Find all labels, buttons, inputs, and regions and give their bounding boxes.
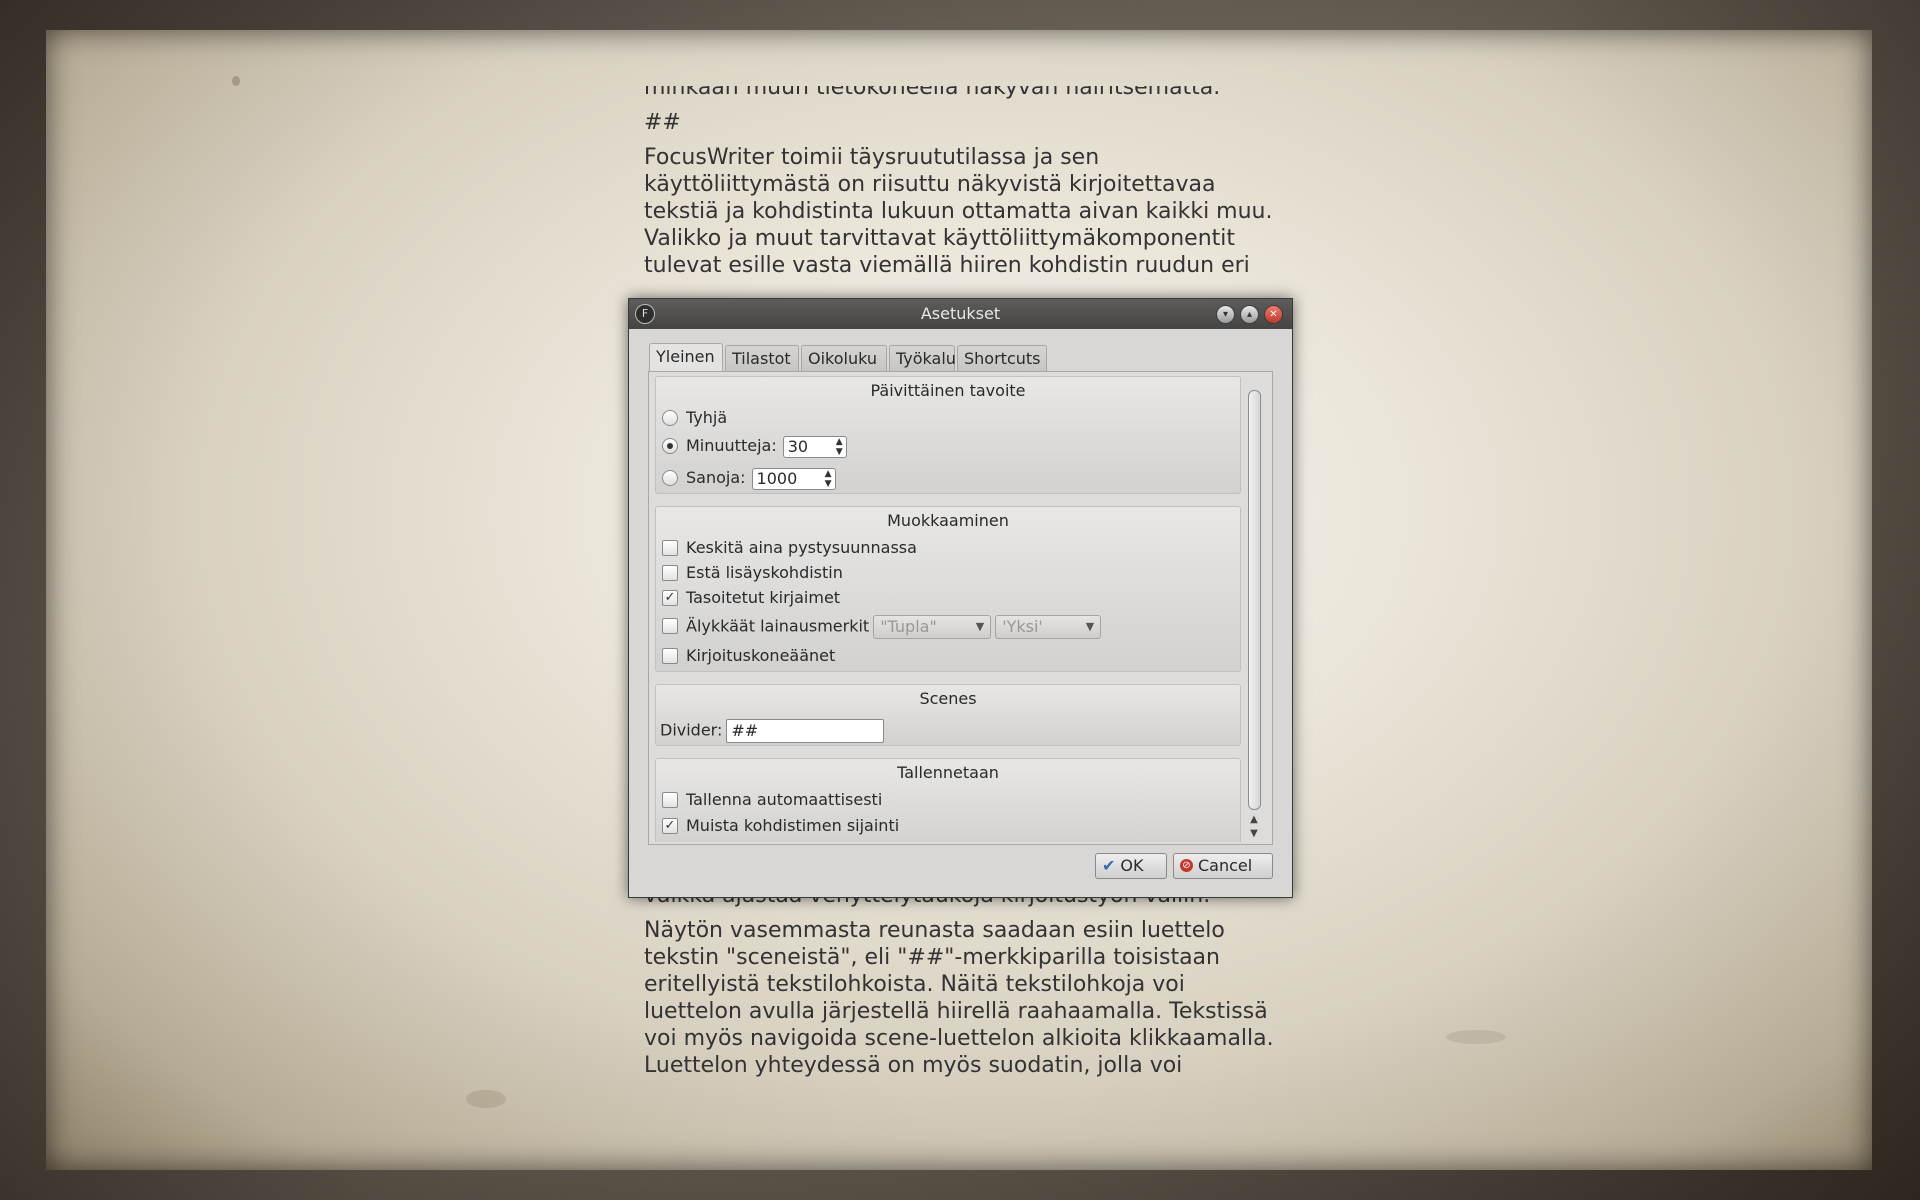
words-value: 1000 bbox=[756, 468, 798, 488]
smart-quotes-checkbox[interactable] bbox=[662, 618, 678, 634]
group-title: Muokkaaminen bbox=[887, 511, 1009, 530]
minutes-value: 30 bbox=[787, 436, 809, 456]
focuswriter-app-icon[interactable]: F bbox=[635, 304, 655, 324]
single-quote-value: 'Yksi' bbox=[1002, 617, 1043, 636]
cancel-icon: ⊘ bbox=[1180, 859, 1193, 872]
typewriter-sounds-option[interactable]: Kirjoituskoneäänet bbox=[662, 645, 835, 667]
goal-minutes-label: Minuutteja: bbox=[686, 436, 777, 455]
goal-minutes-option[interactable]: Minuutteja: 30 ▲ ▼ bbox=[662, 435, 847, 458]
paper-stain bbox=[232, 76, 240, 86]
center-vertically-label: Keskitä aina pystysuunnassa bbox=[686, 538, 917, 557]
scene-divider-text: ## bbox=[644, 110, 681, 135]
minimize-button[interactable]: ▾ bbox=[1216, 305, 1235, 324]
single-quote-combobox[interactable]: 'Yksi' ▼ bbox=[995, 615, 1102, 639]
smart-quotes-label: Älykkäät lainausmerkit bbox=[686, 616, 870, 636]
words-spinbox[interactable]: 1000 ▲ ▼ bbox=[751, 467, 836, 490]
scrollbar-handle[interactable] bbox=[1248, 390, 1261, 810]
smooth-fonts-checkbox[interactable]: ✓ bbox=[662, 589, 678, 606]
group-title: Scenes bbox=[919, 689, 977, 708]
smart-quotes-option[interactable]: Älykkäät lainausmerkit "Tupla" ▼ 'Yksi' ▼ bbox=[662, 615, 1102, 639]
typewriter-sounds-checkbox[interactable] bbox=[662, 647, 678, 664]
center-vertically-checkbox[interactable] bbox=[662, 539, 678, 556]
chevron-down-icon: ▾ bbox=[1222, 309, 1229, 320]
tab-oikoluku[interactable]: Oikoluku bbox=[801, 345, 887, 371]
doc-paragraph: minkään muun tietokoneella näkyvän häiri… bbox=[644, 86, 1221, 100]
minutes-spinbox[interactable]: 30 ▲ ▼ bbox=[782, 435, 847, 458]
remember-cursor-checkbox[interactable]: ✓ bbox=[662, 817, 678, 834]
cancel-label: Cancel bbox=[1198, 856, 1253, 875]
goal-words-radio[interactable] bbox=[662, 469, 678, 486]
tab-shortcuts[interactable]: Shortcuts bbox=[957, 345, 1047, 371]
scene-divider-option: Divider: ## bbox=[660, 719, 885, 743]
checkmark-icon: ✓ bbox=[664, 817, 676, 833]
spin-arrows-icon[interactable]: ▲ ▼ bbox=[825, 469, 832, 489]
editing-group: Muokkaaminen Keskitä aina pystysuunnassa… bbox=[655, 506, 1241, 672]
doc-paragraph: FocusWriter toimii täysruututilassa ja s… bbox=[644, 145, 1273, 278]
scroll-up-icon[interactable]: ▲ bbox=[1247, 814, 1261, 826]
goal-none-option[interactable]: Tyhjä bbox=[662, 407, 727, 429]
chevron-up-icon: ▴ bbox=[1246, 309, 1253, 320]
goal-minutes-radio[interactable] bbox=[662, 437, 678, 454]
goal-none-radio[interactable] bbox=[662, 409, 678, 426]
settings-dialog: F Asetukset ▾ ▴ ✕ Yleinen Tilastot Oikol… bbox=[628, 298, 1293, 898]
doc-paragraph: Näytön vasemmasta reunasta saadaan esiin… bbox=[644, 918, 1274, 1078]
daily-goal-group: Päivittäinen tavoite Tyhjä Minuutteja: 30… bbox=[655, 376, 1241, 494]
maximize-button[interactable]: ▴ bbox=[1240, 305, 1259, 324]
scenes-group: Scenes Divider: ## bbox=[655, 684, 1241, 746]
close-icon: ✕ bbox=[1269, 309, 1278, 320]
paper-stain bbox=[466, 1090, 506, 1108]
tab-yleinen[interactable]: Yleinen bbox=[649, 343, 723, 371]
autosave-option[interactable]: Tallenna automaattisesti bbox=[662, 789, 882, 811]
settings-scroll-area[interactable]: Päivittäinen tavoite Tyhjä Minuutteja: 30… bbox=[655, 376, 1241, 842]
block-cursor-label: Estä lisäyskohdistin bbox=[686, 563, 843, 582]
goal-none-label: Tyhjä bbox=[686, 408, 728, 427]
scene-divider-label: Divider: bbox=[660, 720, 723, 740]
saving-group: Tallennetaan Tallenna automaattisesti ✓ M… bbox=[655, 758, 1241, 842]
dialog-title: Asetukset bbox=[920, 304, 1001, 323]
close-button[interactable]: ✕ bbox=[1264, 305, 1283, 324]
goal-words-label: Sanoja: bbox=[686, 468, 746, 487]
paper-stain bbox=[1446, 1030, 1506, 1044]
group-title: Päivittäinen tavoite bbox=[870, 381, 1026, 400]
cancel-button[interactable]: ⊘ Cancel bbox=[1173, 853, 1273, 879]
double-quote-value: "Tupla" bbox=[880, 617, 937, 636]
chevron-down-icon: ▼ bbox=[975, 620, 985, 633]
autosave-checkbox[interactable] bbox=[662, 791, 678, 808]
ok-label: OK bbox=[1120, 856, 1144, 875]
ok-button[interactable]: ✔ OK bbox=[1095, 853, 1167, 879]
scroll-down-icon[interactable]: ▼ bbox=[1247, 828, 1261, 840]
scene-divider-input[interactable]: ## bbox=[726, 719, 885, 743]
chevron-down-icon: ▼ bbox=[1085, 620, 1095, 633]
checkmark-icon: ✔ bbox=[1102, 856, 1116, 875]
smooth-fonts-label: Tasoitetut kirjaimet bbox=[686, 588, 841, 607]
spin-arrows-icon[interactable]: ▲ ▼ bbox=[836, 437, 843, 457]
vertical-scrollbar[interactable]: ▲ ▼ bbox=[1245, 376, 1263, 842]
general-tab-pane: Päivittäinen tavoite Tyhjä Minuutteja: 30… bbox=[648, 371, 1273, 845]
center-vertically-option[interactable]: Keskitä aina pystysuunnassa bbox=[662, 537, 917, 559]
tab-tilastot[interactable]: Tilastot bbox=[725, 345, 799, 371]
typewriter-sounds-label: Kirjoituskoneäänet bbox=[686, 646, 836, 665]
tab-tyokalu[interactable]: Työkalu bbox=[889, 345, 956, 371]
double-quote-combobox[interactable]: "Tupla" ▼ bbox=[873, 615, 992, 639]
autosave-label: Tallenna automaattisesti bbox=[686, 790, 883, 809]
group-title: Tallennetaan bbox=[897, 763, 999, 782]
smooth-fonts-option[interactable]: ✓ Tasoitetut kirjaimet bbox=[662, 587, 840, 609]
checkmark-icon: ✓ bbox=[664, 589, 676, 605]
block-cursor-option[interactable]: Estä lisäyskohdistin bbox=[662, 562, 843, 584]
goal-words-option[interactable]: Sanoja: 1000 ▲ ▼ bbox=[662, 467, 836, 490]
block-cursor-checkbox[interactable] bbox=[662, 564, 678, 581]
remember-cursor-label: Muista kohdistimen sijainti bbox=[686, 816, 900, 835]
remember-cursor-option[interactable]: ✓ Muista kohdistimen sijainti bbox=[662, 815, 899, 837]
dialog-titlebar[interactable]: F Asetukset ▾ ▴ ✕ bbox=[629, 299, 1292, 329]
